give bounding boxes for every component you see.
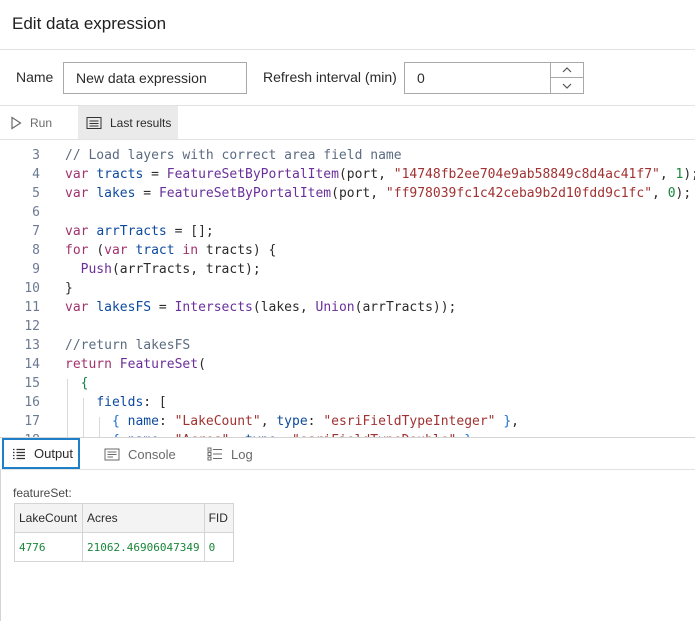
list-icon — [13, 448, 25, 459]
code-line: 11 var lakesFS = Intersects(lakes, Union(… — [0, 298, 695, 317]
code-text: fields: [ — [96, 395, 167, 410]
code-line: 17 { name: "LakeCount", type: "esriField… — [0, 412, 695, 431]
refresh-interval-input[interactable]: 0 — [404, 62, 584, 94]
code-line: 4 var tracts = FeatureSetByPortalItem(por… — [0, 165, 695, 184]
cell-acres: 21062.46906047349 — [82, 532, 205, 562]
line-number: 12 — [24, 319, 40, 334]
line-number: 8 — [32, 243, 40, 258]
line-number: 14 — [24, 357, 40, 372]
editor-toolbar: Run Last results — [0, 106, 695, 140]
line-number: 5 — [32, 186, 40, 201]
column-header-lakecount: LakeCount — [14, 503, 83, 533]
tab-output[interactable]: Output — [2, 438, 80, 469]
column-header-fid: FID — [203, 503, 234, 533]
code-editor[interactable]: 3 // Load layers with correct area field … — [0, 140, 695, 437]
line-number: 15 — [24, 376, 40, 391]
name-label: Name — [16, 69, 54, 85]
line-number: 7 — [32, 224, 40, 239]
dialog-header: Edit data expression — [0, 0, 695, 50]
code-text: //return lakesFS — [65, 338, 191, 353]
column-header-acres: Acres — [82, 503, 205, 533]
code-line: 16 fields: [ — [0, 393, 695, 412]
line-number: 4 — [32, 167, 40, 182]
line-number: 9 — [32, 262, 40, 277]
table-row: 4776 21062.46906047349 0 — [14, 532, 234, 562]
code-text: return FeatureSet( — [65, 357, 206, 372]
code-line: 14 return FeatureSet( — [0, 355, 695, 374]
play-icon — [11, 115, 22, 130]
results-table-icon — [86, 116, 102, 129]
code-line: 12 — [0, 317, 695, 336]
cell-fid: 0 — [203, 532, 234, 562]
decrement-button[interactable] — [551, 78, 583, 93]
console-icon — [104, 448, 120, 460]
code-line: 9 Push(arrTracts, tract); — [0, 260, 695, 279]
code-text: var lakesFS = Intersects(lakes, Union(ar… — [65, 300, 457, 315]
code-text: } — [65, 281, 73, 296]
tab-console-label: Console — [128, 446, 176, 462]
cell-lakecount: 4776 — [14, 532, 83, 562]
code-line: 3 // Load layers with correct area field … — [0, 146, 695, 165]
tab-console[interactable]: Console — [104, 438, 176, 470]
tab-log[interactable]: Log — [207, 438, 253, 470]
log-icon — [207, 447, 222, 461]
code-line: 8 for (var tract in tracts) { — [0, 241, 695, 260]
line-number: 16 — [24, 395, 40, 410]
code-line: 10} — [0, 279, 695, 298]
code-text: { name: "LakeCount", type: "esriFieldTyp… — [111, 414, 519, 429]
line-number: 13 — [24, 338, 40, 353]
refresh-interval-label: Refresh interval (min) — [263, 69, 397, 85]
refresh-interval-stepper — [550, 63, 583, 93]
line-number: 17 — [24, 414, 40, 429]
results-table: LakeCount Acres FID 4776 21062.469060473… — [14, 503, 234, 562]
code-line: 7 var arrTracts = []; — [0, 222, 695, 241]
refresh-interval-value: 0 — [417, 70, 425, 86]
code-text: var tracts = FeatureSetByPortalItem(port… — [65, 167, 695, 182]
line-number: 6 — [32, 205, 40, 220]
code-text: for (var tract in tracts) { — [65, 243, 277, 258]
code-text: var lakes = FeatureSetByPortalItem(port,… — [65, 186, 692, 201]
run-label: Run — [30, 115, 53, 130]
code-text: { — [80, 376, 89, 391]
line-number: 11 — [24, 300, 40, 315]
dialog-title: Edit data expression — [12, 14, 167, 33]
table-header-row: LakeCount Acres FID — [14, 503, 234, 533]
output-panel: featureSet: LakeCount Acres FID 4776 210… — [0, 470, 695, 621]
featureset-label: featureSet: — [13, 486, 72, 500]
last-results-label: Last results — [110, 115, 172, 130]
tab-output-label: Output — [34, 446, 74, 461]
line-number: 3 — [32, 148, 40, 163]
increment-button[interactable] — [551, 63, 583, 78]
code-text: // Load layers with correct area field n… — [65, 148, 402, 163]
code-text: var arrTracts = []; — [65, 224, 214, 239]
code-line: 6 — [0, 203, 695, 222]
name-input[interactable]: New data expression — [63, 62, 247, 94]
code-text: Push(arrTracts, tract); — [80, 262, 261, 277]
chevron-down-icon — [562, 83, 572, 89]
expression-settings-row: Name New data expression Refresh interva… — [0, 50, 695, 106]
code-line: 5 var lakes = FeatureSetByPortalItem(port… — [0, 184, 695, 203]
chevron-up-icon — [562, 67, 572, 73]
code-line: 13 //return lakesFS — [0, 336, 695, 355]
code-line: 15 { — [0, 374, 695, 393]
output-tabs: Output Console Log — [0, 437, 695, 470]
last-results-button[interactable]: Last results — [78, 106, 178, 139]
line-number: 10 — [24, 281, 40, 296]
run-button[interactable]: Run — [10, 106, 52, 139]
tab-log-label: Log — [231, 446, 253, 462]
